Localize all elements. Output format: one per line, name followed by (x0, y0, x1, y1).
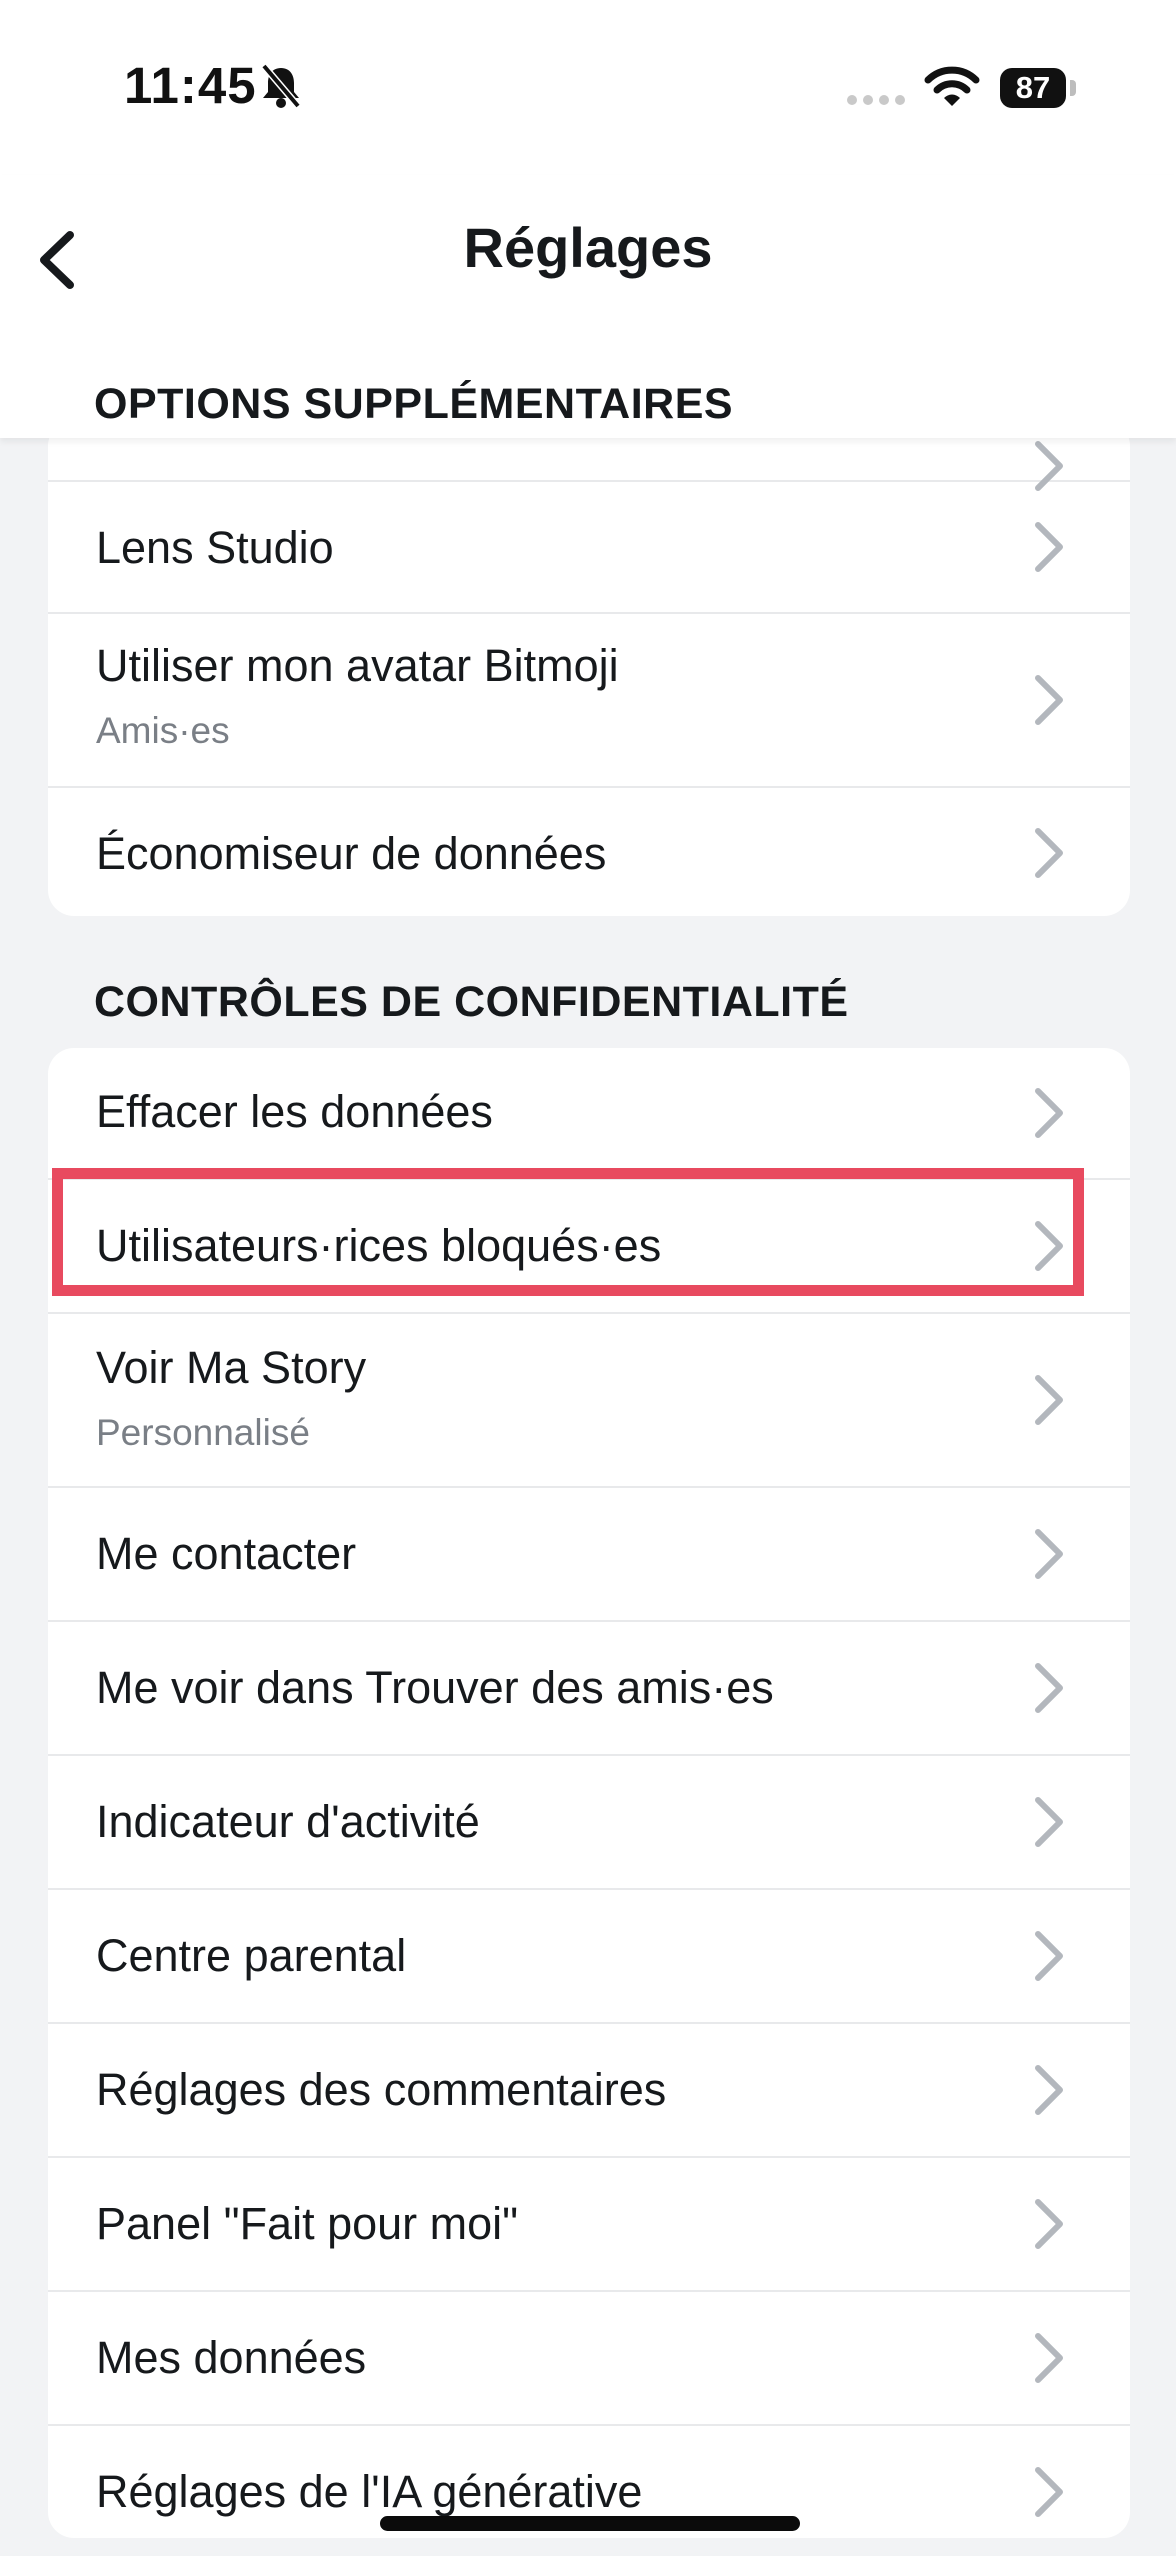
section-title-options: OPTIONS SUPPLÉMENTAIRES (94, 380, 734, 428)
chevron-right-icon (1035, 522, 1063, 572)
list-item-find-friends[interactable]: Me voir dans Trouver des amis·es (48, 1622, 1130, 1756)
bell-slash-icon (261, 63, 301, 109)
list-item-sublabel: Amis·es (96, 710, 230, 751)
chevron-right-icon (1035, 828, 1063, 878)
list-item-activity-indicator[interactable]: Indicateur d'activité (48, 1756, 1130, 1890)
chevron-right-icon (1035, 1529, 1063, 1579)
chevron-right-icon (1035, 1663, 1063, 1713)
chevron-right-icon (1035, 1088, 1063, 1138)
list-item-label: Économiseur de données (96, 828, 607, 879)
chevron-right-icon (1035, 2333, 1063, 2383)
list-item-view-my-story[interactable]: Voir Ma Story Personnalisé (48, 1314, 1130, 1488)
list-item-label: Centre parental (96, 1930, 407, 1981)
page-title: Réglages (463, 216, 713, 279)
list-item-comment-settings[interactable]: Réglages des commentaires (48, 2024, 1130, 2158)
list-item-data-saver[interactable]: Économiseur de données (48, 788, 1130, 916)
chevron-right-icon (1035, 2065, 1063, 2115)
list-item-label: Réglages de l'IA générative (96, 2466, 643, 2517)
list-item-label: Lens Studio (96, 522, 334, 573)
chevron-right-icon (1035, 1931, 1063, 1981)
list-item-label: Mes données (96, 2332, 367, 2383)
battery-tip (1070, 80, 1076, 96)
list-item-label: Réglages des commentaires (96, 2064, 667, 2115)
section-title-privacy: CONTRÔLES DE CONFIDENTIALITÉ (94, 978, 849, 1026)
list-item-label: Panel "Fait pour moi" (96, 2198, 519, 2249)
highlight-box (52, 1168, 1084, 1296)
chevron-right-icon (1035, 1375, 1063, 1425)
list-item-label: Indicateur d'activité (96, 1796, 480, 1847)
list-item-label: Me voir dans Trouver des amis·es (96, 1662, 774, 1713)
list-item-my-data[interactable]: Mes données (48, 2292, 1130, 2426)
list-item-label: Utiliser mon avatar Bitmoji (96, 640, 619, 691)
wifi-icon (924, 66, 980, 106)
list-item-label: Me contacter (96, 1528, 357, 1579)
list-item-sublabel: Personnalisé (96, 1412, 310, 1453)
status-bar: 11:45 87 (0, 0, 1176, 175)
list-item-contact-me[interactable]: Me contacter (48, 1488, 1130, 1622)
home-indicator[interactable] (380, 2516, 800, 2531)
chevron-right-icon (1035, 675, 1063, 725)
nav-bar: Réglages OPTIONS SUPPLÉMENTAIRES (0, 175, 1176, 438)
chevron-right-icon (1035, 2467, 1063, 2517)
list-item-lens-studio[interactable]: Lens Studio (48, 482, 1130, 614)
chevron-right-icon (1035, 1797, 1063, 1847)
list-item-label: Effacer les données (96, 1086, 493, 1137)
chevron-right-icon (1035, 2199, 1063, 2249)
status-time: 11:45 (124, 57, 257, 114)
battery-icon: 87 (1000, 68, 1066, 108)
card-options-supplementaires: Lens Studio Utiliser mon avatar Bitmoji … (48, 420, 1130, 916)
list-item-made-for-me-panel[interactable]: Panel "Fait pour moi" (48, 2158, 1130, 2292)
cellular-dots-icon (847, 95, 905, 105)
list-item-label: Voir Ma Story (96, 1342, 367, 1393)
list-item-clear-data[interactable]: Effacer les données (48, 1048, 1130, 1180)
list-item-bitmoji[interactable]: Utiliser mon avatar Bitmoji Amis·es (48, 614, 1130, 788)
list-item-parental-center[interactable]: Centre parental (48, 1890, 1130, 2024)
